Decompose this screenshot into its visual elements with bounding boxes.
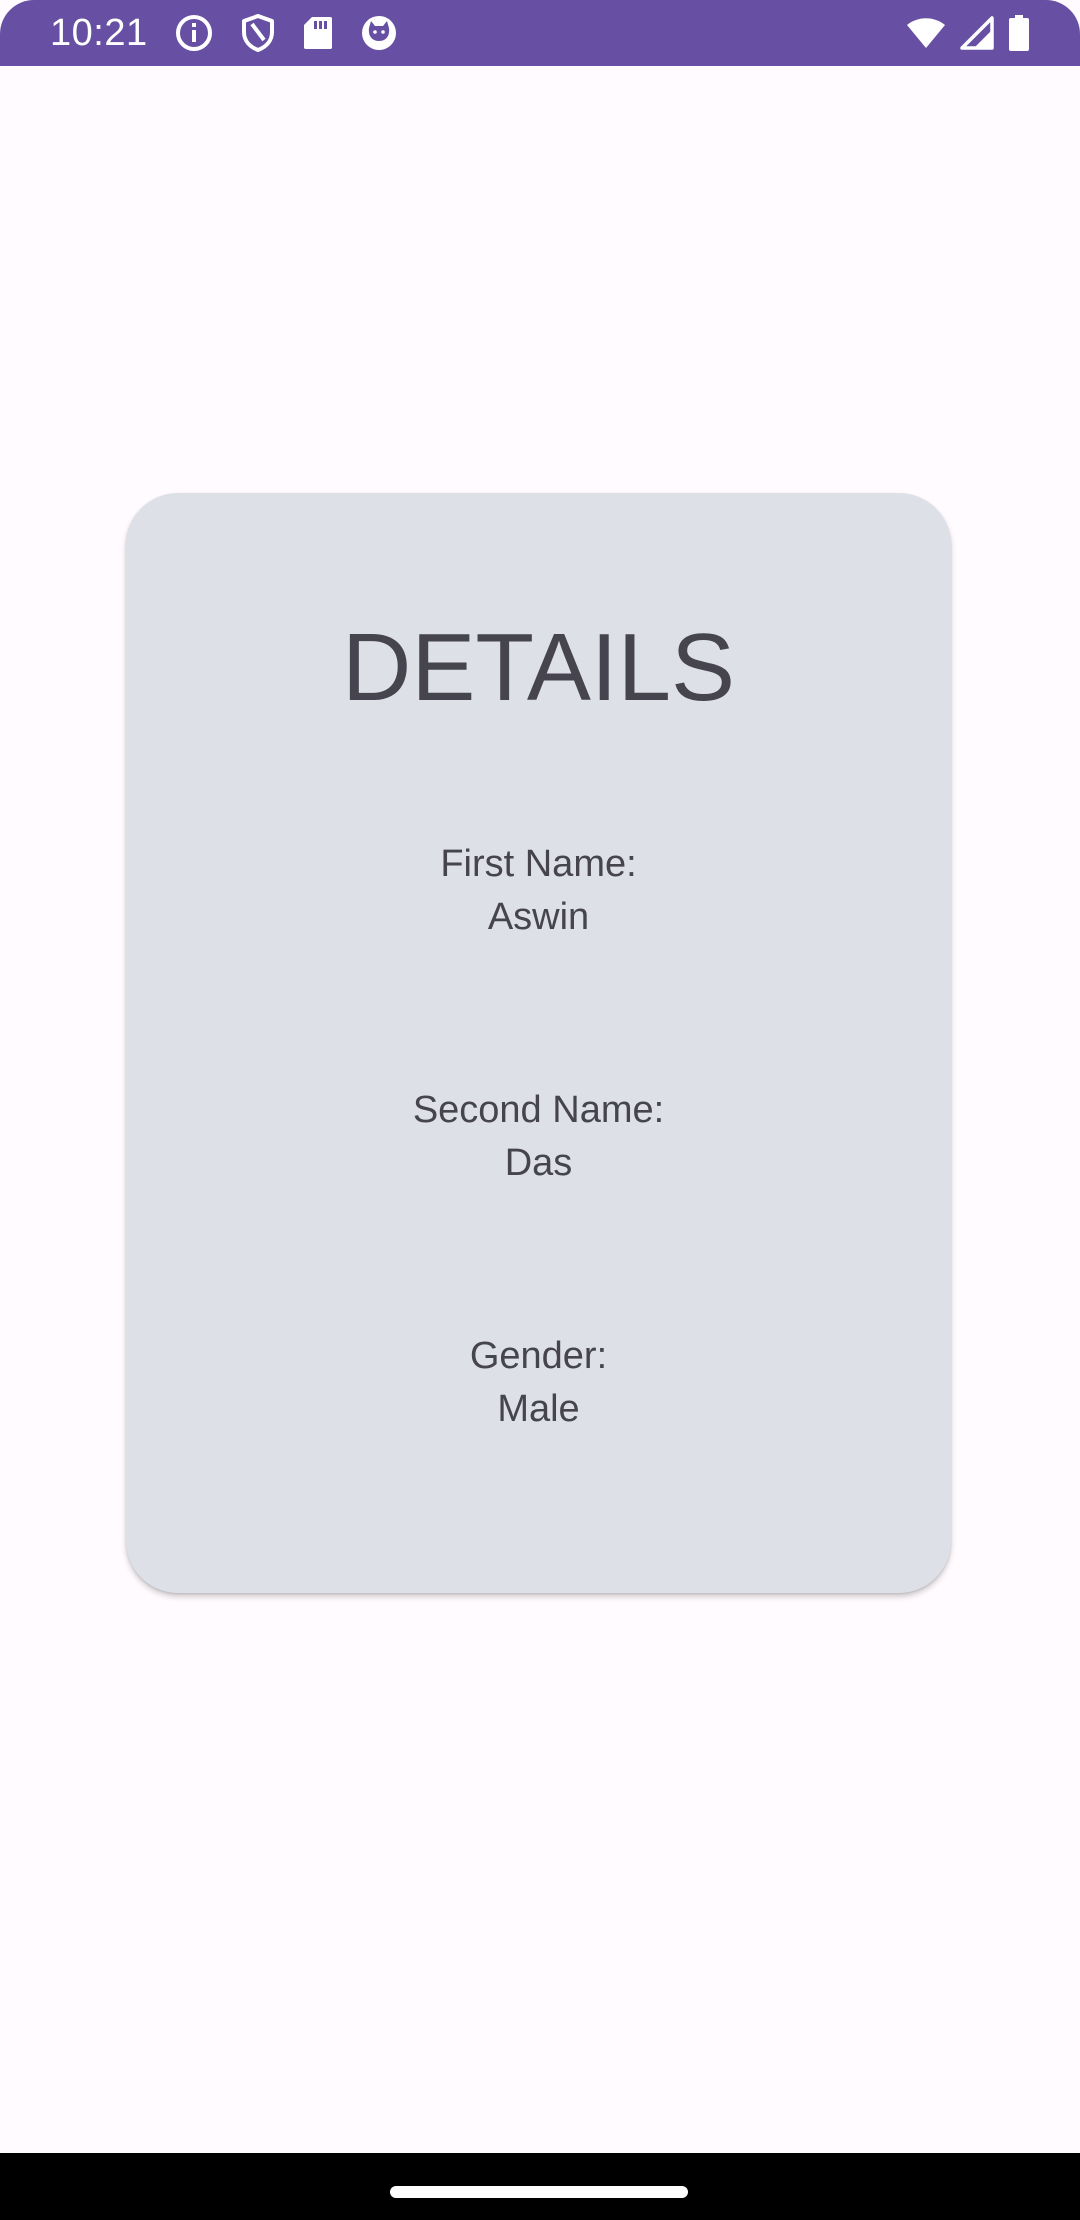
shield-icon bbox=[241, 14, 274, 52]
status-bar: 10:21 bbox=[0, 0, 1080, 66]
app-screen: 10:21 DETAILS First Name: Aswin Second N… bbox=[0, 0, 1080, 2220]
card-title: DETAILS bbox=[342, 614, 735, 721]
cat-face-icon bbox=[361, 16, 396, 50]
status-time: 10:21 bbox=[50, 12, 148, 54]
home-gesture-handle[interactable] bbox=[390, 2186, 688, 2198]
first-name-field: First Name: Aswin bbox=[126, 838, 951, 944]
first-name-label: First Name: bbox=[440, 843, 637, 885]
info-icon bbox=[175, 15, 212, 51]
wifi-icon bbox=[907, 18, 945, 48]
first-name-value: Aswin bbox=[487, 896, 590, 938]
cell-signal-icon bbox=[960, 16, 994, 50]
navigation-bar bbox=[0, 2153, 1080, 2220]
gender-field: Gender: Male bbox=[126, 1330, 951, 1436]
second-name-field: Second Name: Das bbox=[126, 1084, 951, 1190]
second-name-label: Second Name: bbox=[412, 1089, 665, 1131]
status-system-icons bbox=[906, 15, 1030, 51]
second-name-value: Das bbox=[504, 1142, 573, 1184]
gender-label: Gender: bbox=[469, 1335, 608, 1377]
gender-value: Male bbox=[497, 1388, 580, 1430]
details-card: DETAILS First Name: Aswin Second Name: D… bbox=[126, 493, 951, 1593]
battery-icon bbox=[1009, 15, 1029, 51]
sd-card-icon bbox=[303, 17, 332, 49]
status-notification-icons bbox=[174, 13, 398, 53]
